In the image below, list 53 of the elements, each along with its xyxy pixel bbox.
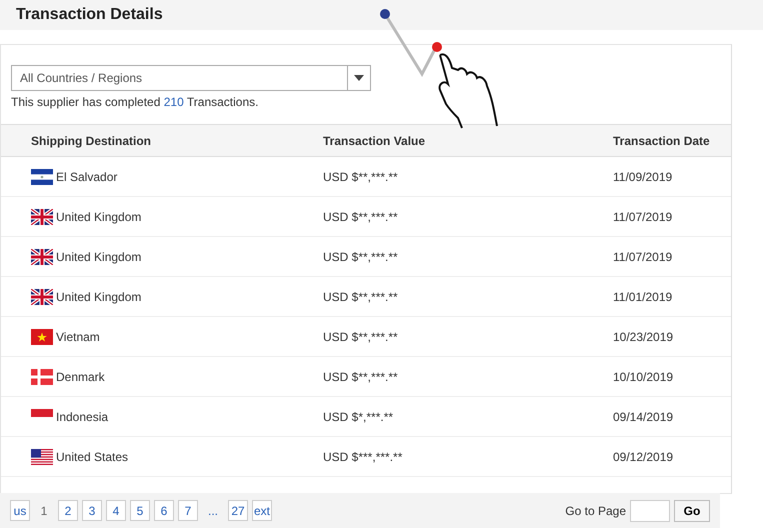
go-button[interactable]: Go: [674, 500, 710, 522]
section-title: Transaction Details: [16, 6, 163, 24]
table-cell: United States: [56, 450, 128, 464]
table-cell-text: 09/12/2019: [613, 450, 674, 464]
page-button[interactable]: 7: [178, 500, 198, 521]
page-ellipsis: ...: [206, 502, 219, 520]
column-header: Transaction Value: [323, 134, 426, 148]
table-cell: Denmark: [56, 370, 105, 384]
table-cell-text: 09/14/2019: [613, 410, 674, 424]
column-header: Shipping Destination: [31, 134, 152, 148]
region-dropdown[interactable]: All Countries / Regions: [11, 65, 371, 91]
flag-icon: [31, 408, 53, 416]
page-button[interactable]: 3: [82, 500, 102, 521]
flag-icon: [31, 288, 53, 304]
table-cell-text: USD $*,***.**: [323, 410, 394, 424]
flag-icon: [31, 248, 53, 264]
table-cell: United Kingdom: [56, 210, 142, 224]
transaction-summary: This supplier has completed 210 Transactions.: [11, 95, 260, 109]
table-cell-text: 11/07/2019: [613, 250, 674, 264]
table-cell-text: 11/09/2019: [613, 170, 674, 184]
table-cell-text: 11/01/2019: [613, 290, 674, 304]
table-cell-text: USD $**,***.**: [323, 370, 399, 384]
table-cell-text: USD $***,***.**: [323, 450, 404, 464]
table-cell: United Kingdom: [56, 290, 142, 304]
flag-icon: [31, 448, 53, 464]
page-input[interactable]: [630, 500, 670, 522]
table-cell-text: USD $**,***.**: [323, 170, 399, 184]
table-cell: Vietnam: [56, 330, 100, 344]
go-to-page-label: Go to Page: [565, 504, 626, 518]
flag-icon: [31, 208, 53, 224]
flag-icon: [31, 168, 53, 184]
page-button[interactable]: us: [10, 500, 30, 521]
page-button[interactable]: 4: [106, 500, 126, 521]
table-cell-text: USD $**,***.**: [323, 290, 399, 304]
table-cell: Indonesia: [56, 410, 108, 424]
column-header: Transaction Date: [613, 134, 711, 148]
table-cell-text: 10/10/2019: [613, 370, 674, 384]
caret-icon: [354, 75, 364, 81]
table-cell-text: USD $**,***.**: [323, 330, 399, 344]
page-button[interactable]: 27: [228, 500, 248, 521]
page-button[interactable]: 5: [130, 500, 150, 521]
flag-icon: [31, 368, 53, 384]
table-cell-text: 11/07/2019: [613, 210, 674, 224]
table-cell-text: 10/23/2019: [613, 330, 674, 344]
page-button[interactable]: 1: [34, 500, 54, 521]
table-cell-text: USD $**,***.**: [323, 250, 399, 264]
page-button[interactable]: 2: [58, 500, 78, 521]
table-cell: El Salvador: [56, 170, 118, 184]
table-cell-text: USD $**,***.**: [323, 210, 399, 224]
page-button[interactable]: ext: [252, 500, 272, 521]
page-button[interactable]: 6: [154, 500, 174, 521]
flag-icon: [31, 328, 53, 344]
table-cell: United Kingdom: [56, 250, 142, 264]
